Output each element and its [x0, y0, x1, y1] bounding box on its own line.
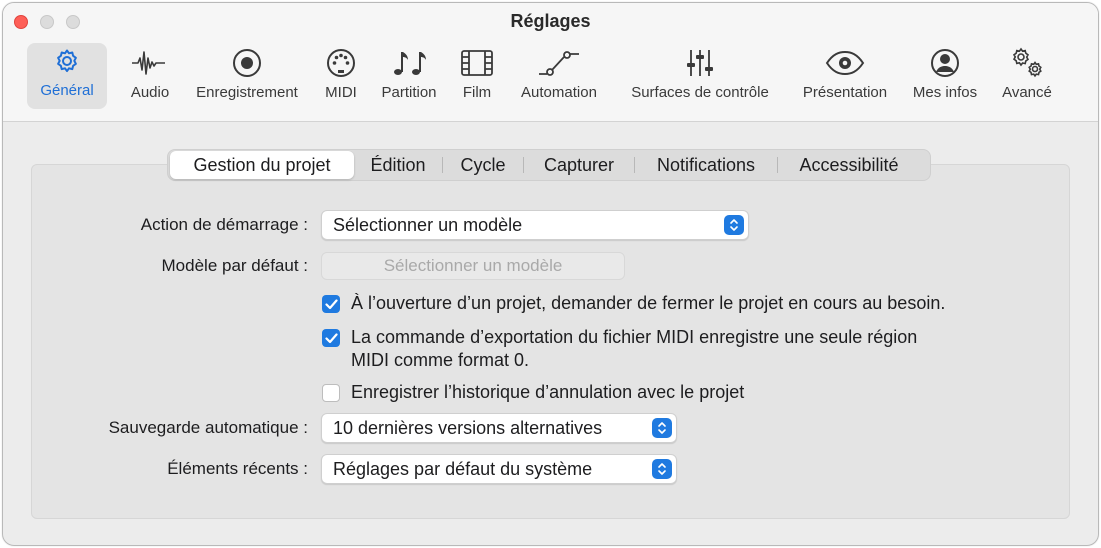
toolbar-my-info[interactable]: Mes infos [905, 45, 985, 107]
popup-stepper-icon [652, 459, 672, 479]
undo-history-checkbox-label: Enregistrer l’historique d’annulation av… [351, 382, 745, 402]
startup-action-value: Sélectionner un modèle [333, 214, 523, 235]
close-project-checkbox-label: À l’ouverture d’un projet, demander de f… [351, 293, 946, 313]
undo-history-checkbox[interactable] [322, 384, 340, 402]
close-project-checkbox[interactable] [322, 295, 340, 313]
music-notes-icon [391, 45, 427, 81]
tab-project-management[interactable]: Gestion du projet [170, 151, 354, 179]
toolbar-label: Film [462, 84, 492, 101]
tab-cycle[interactable]: Cycle [443, 151, 523, 179]
toolbar-label: Partition [381, 84, 437, 101]
toolbar-label: MIDI [325, 84, 357, 101]
waveform-icon [131, 45, 169, 81]
midi-export-checkbox-label-line1: La commande d’exportation du fichier MID… [351, 327, 918, 347]
toolbar-score[interactable]: Partition [375, 45, 443, 107]
midi-export-checkbox[interactable] [322, 329, 340, 347]
toolbar-label: Avancé [1002, 84, 1052, 101]
tab-capture[interactable]: Capturer [524, 151, 634, 179]
tab-label: Gestion du projet [193, 154, 331, 175]
preferences-window: Réglages Général Audio Enregistrement MI… [2, 2, 1099, 546]
tab-bar: Gestion du projet Édition Cycle Capturer… [167, 149, 931, 181]
popup-stepper-icon [724, 215, 744, 235]
toolbar-control-surfaces[interactable]: Surfaces de contrôle [615, 45, 785, 107]
popup-stepper-icon [652, 418, 672, 438]
toolbar-label: Automation [521, 84, 597, 101]
toolbar-label: Enregistrement [196, 84, 298, 101]
recent-items-popup[interactable]: Réglages par défaut du système [321, 454, 677, 484]
record-icon [232, 45, 262, 81]
tab-editing[interactable]: Édition [354, 151, 442, 179]
toolbar-label: Présentation [802, 84, 888, 101]
recent-items-label: Éléments récents : [167, 459, 308, 478]
autosave-popup[interactable]: 10 dernières versions alternatives [321, 413, 677, 443]
toolbar-audio[interactable]: Audio [125, 45, 175, 107]
autosave-value: 10 dernières versions alternatives [333, 417, 603, 438]
toolbar-film[interactable]: Film [453, 45, 501, 107]
toolbar-label: Surfaces de contrôle [631, 84, 769, 101]
tab-notifications[interactable]: Notifications [635, 151, 777, 179]
sliders-icon [684, 45, 716, 81]
checkmark-icon [324, 332, 338, 343]
select-template-button[interactable]: Sélectionner un modèle [321, 252, 625, 280]
toolbar-display[interactable]: Présentation [793, 45, 897, 107]
autosave-label: Sauvegarde automatique : [108, 418, 308, 437]
tab-label: Cycle [460, 154, 506, 175]
toolbar-label: Mes infos [912, 84, 978, 101]
tab-label: Notifications [656, 154, 756, 175]
film-icon [460, 45, 494, 81]
checkmark-icon [324, 298, 338, 309]
select-template-button-label: Sélectionner un modèle [383, 256, 563, 275]
person-icon [930, 45, 960, 81]
gears-icon [1009, 45, 1045, 81]
midi-export-checkbox-label-line2: MIDI comme format 0. [351, 350, 530, 370]
startup-action-popup[interactable]: Sélectionner un modèle [321, 210, 749, 240]
toolbar-general[interactable]: Général [27, 43, 107, 109]
default-template-label: Modèle par défaut : [161, 256, 308, 275]
tab-accessibility[interactable]: Accessibilité [778, 151, 920, 179]
toolbar-midi[interactable]: MIDI [319, 45, 363, 107]
window-title: Réglages [510, 11, 591, 31]
eye-icon [825, 45, 865, 81]
toolbar-automation[interactable]: Automation [511, 45, 607, 107]
toolbar: Réglages Général Audio Enregistrement MI… [3, 3, 1098, 122]
toolbar-label: Général [40, 82, 94, 99]
tab-label: Édition [370, 154, 426, 175]
recent-items-value: Réglages par défaut du système [333, 458, 593, 479]
automation-curve-icon [537, 45, 581, 81]
toolbar-label: Audio [130, 84, 170, 101]
tab-label: Accessibilité [799, 154, 899, 175]
startup-action-label: Action de démarrage : [140, 215, 308, 234]
toolbar-advanced[interactable]: Avancé [995, 45, 1059, 107]
tab-label: Capturer [543, 154, 615, 175]
toolbar-recording[interactable]: Enregistrement [187, 45, 307, 107]
midi-port-icon [326, 45, 356, 81]
gear-icon [53, 43, 81, 79]
